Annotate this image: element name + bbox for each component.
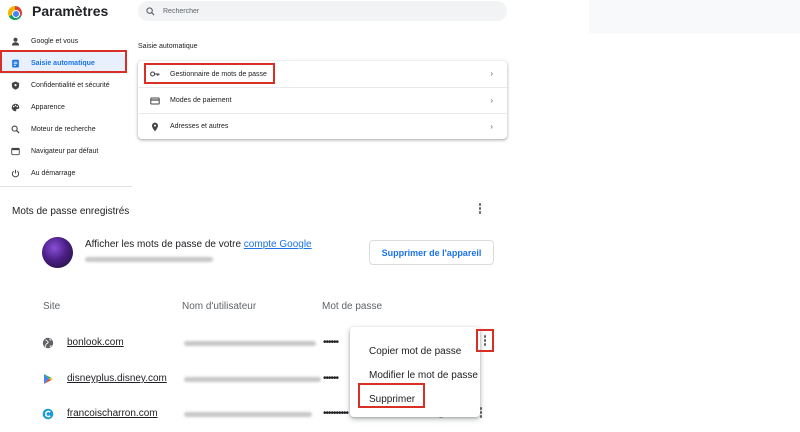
chevron-right-icon: › (490, 122, 493, 131)
column-header-username: Nom d'utilisateur (182, 301, 257, 312)
row-addresses[interactable]: Adresses et autres › (138, 113, 507, 139)
sidebar-item-apparence[interactable]: Apparence (0, 96, 132, 118)
sidebar-item-label: Navigateur par défaut (31, 147, 99, 155)
page-title: Paramètres (32, 3, 109, 19)
sidebar-item-label: Google et vous (31, 37, 79, 45)
sidebar-item-label: Saisie automatique (31, 59, 95, 67)
menu-item-delete[interactable]: Supprimer (350, 387, 480, 411)
sidebar-item-label: Confidentialité et sécurité (31, 81, 110, 89)
context-menu: Copier mot de passe Modifier le mot de p… (350, 327, 480, 417)
search-icon (146, 6, 155, 16)
saved-passwords-heading: Mots de passe enregistrés (12, 206, 130, 217)
password-mask: •••••• (323, 337, 339, 348)
browser-icon (10, 146, 20, 156)
sidebar-item-label: Au démarrage (31, 169, 76, 177)
chevron-right-icon: › (490, 69, 493, 78)
autofill-card: Gestionnaire de mots de passe › Modes de… (138, 61, 507, 139)
password-mask: •••••••••• (323, 408, 349, 419)
account-sync-text: Afficher les mots de passe de votre comp… (85, 239, 312, 250)
sidebar-item-au-demarrage[interactable]: Au démarrage (0, 162, 132, 184)
google-play-icon (44, 374, 53, 384)
more-vert-icon[interactable] (481, 335, 489, 346)
power-icon (10, 168, 20, 178)
row-payment-methods[interactable]: Modes de paiement › (138, 87, 507, 113)
sidebar-item-confidentialite[interactable]: Confidentialité et sécurité (0, 74, 132, 96)
search-input[interactable] (163, 7, 483, 15)
site-favicon-icon (42, 408, 54, 420)
palette-icon (10, 102, 20, 112)
more-vert-icon[interactable] (476, 203, 484, 214)
account-prefix: Afficher les mots de passe de votre (85, 239, 244, 250)
column-header-site: Site (43, 301, 61, 312)
row-label: Adresses et autres (170, 123, 229, 130)
blurred-username (184, 412, 312, 417)
menu-item-copy-password[interactable]: Copier mot de passe (350, 339, 480, 363)
blurred-username (184, 341, 316, 346)
sidebar-divider (0, 186, 132, 187)
avatar (42, 237, 73, 268)
sidebar-item-moteur-de-recherche[interactable]: Moteur de recherche (0, 118, 132, 140)
search-icon (10, 124, 20, 134)
row-label: Modes de paiement (170, 97, 232, 104)
sidebar-item-navigateur-par-defaut[interactable]: Navigateur par défaut (0, 140, 132, 162)
menu-item-edit-password[interactable]: Modifier le mot de passe (350, 363, 480, 387)
google-account-link[interactable]: compte Google (244, 239, 312, 250)
sidebar-item-saisie-automatique[interactable]: Saisie automatique (0, 52, 128, 74)
side-panel-background (589, 0, 800, 33)
column-header-password: Mot de passe (322, 301, 383, 312)
sidebar-item-google-et-vous[interactable]: Google et vous (0, 30, 132, 52)
blurred-email (85, 257, 213, 262)
key-icon (150, 69, 160, 79)
credit-card-icon (150, 96, 160, 106)
password-mask: •••••• (323, 373, 339, 384)
assignment-icon (10, 58, 20, 68)
chrome-logo-icon (8, 6, 22, 20)
shield-icon (10, 80, 20, 90)
site-link-bonlook[interactable]: bonlook.com (67, 337, 124, 348)
sidebar-item-label: Moteur de recherche (31, 125, 96, 133)
location-pin-icon (150, 122, 160, 132)
chevron-right-icon: › (490, 96, 493, 105)
row-password-manager[interactable]: Gestionnaire de mots de passe › (138, 61, 507, 87)
person-icon (10, 36, 20, 46)
sidebar-item-label: Apparence (31, 103, 65, 111)
globe-icon (42, 337, 54, 349)
site-link-disneyplus[interactable]: disneyplus.disney.com (67, 373, 167, 384)
sidebar-nav: Google et vous Saisie automatique Confid… (0, 30, 132, 184)
search-bar[interactable] (138, 1, 507, 21)
remove-from-device-button[interactable]: Supprimer de l'appareil (369, 240, 494, 265)
blurred-username (184, 377, 321, 382)
row-label: Gestionnaire de mots de passe (170, 70, 267, 78)
section-title: Saisie automatique (138, 43, 198, 50)
site-link-francoischarron[interactable]: francoischarron.com (67, 408, 158, 419)
